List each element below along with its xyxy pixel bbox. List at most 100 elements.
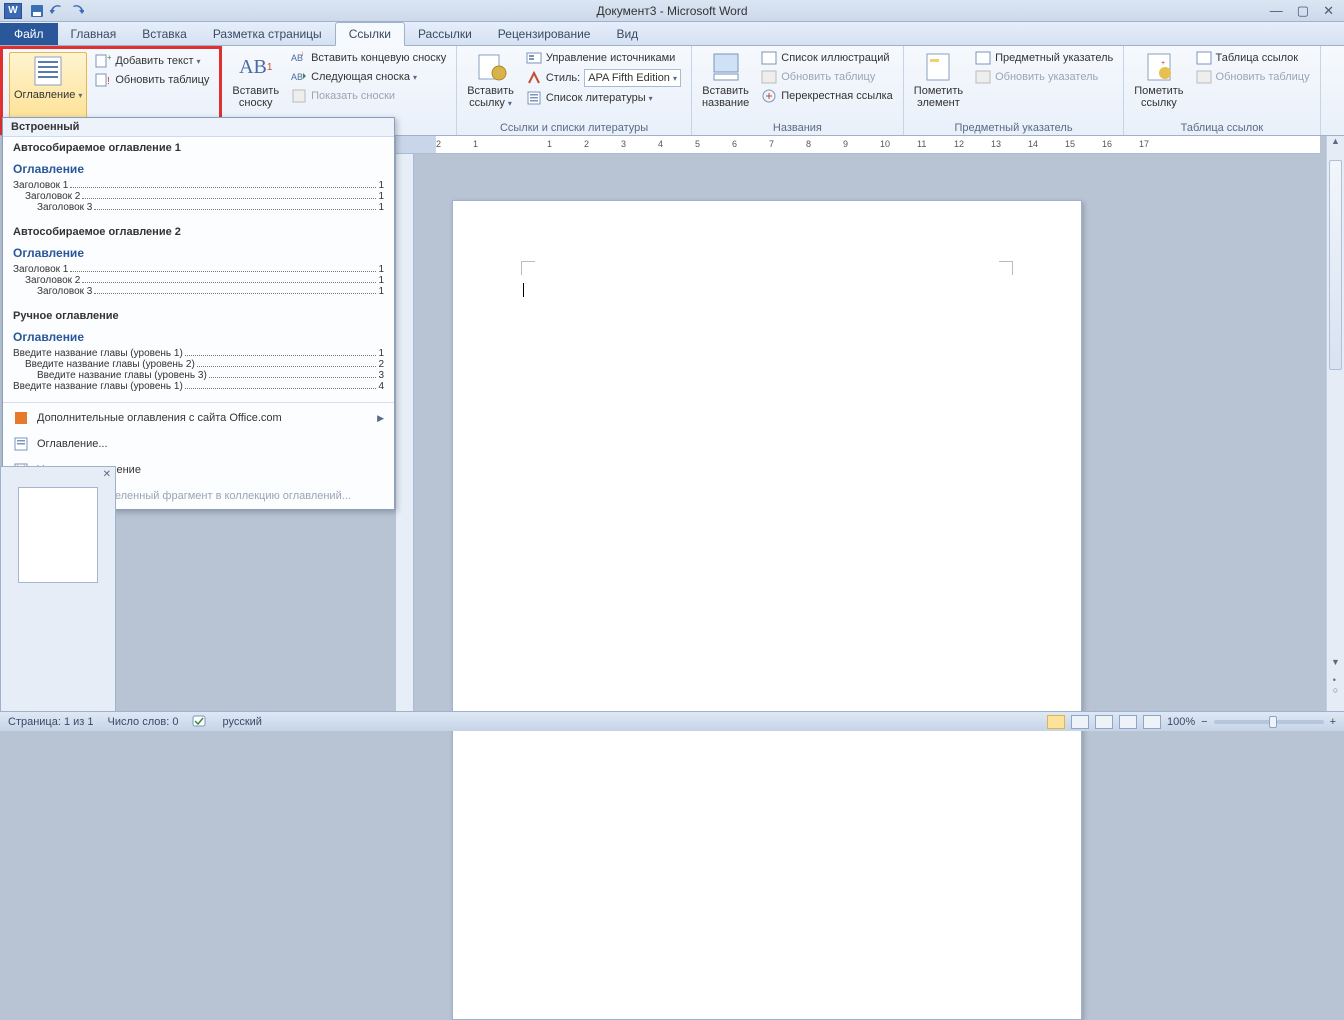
horizontal-ruler[interactable]: 211234567891011121314151617 [396,136,1320,154]
navpane-close-icon[interactable]: ✕ [103,469,111,480]
authorities-group-label: Таблица ссылок [1130,120,1313,134]
toc-button-label: Оглавление [14,89,82,101]
next-footnote-icon: AB [291,69,307,85]
list-figures-icon [761,50,777,66]
status-language[interactable]: русский [222,716,261,728]
quick-access-toolbar [30,4,84,18]
mark-entry-button[interactable]: Пометить элемент [910,49,967,120]
view-fullscreen-button[interactable] [1071,715,1089,729]
update-toc-button[interactable]: ! Обновить таблицу [91,71,213,89]
group-citations: Вставить ссылку Управление источниками С… [457,46,692,135]
update-captions-label: Обновить таблицу [781,71,875,83]
vertical-ruler[interactable] [396,154,414,711]
group-captions: Вставить название Список иллюстраций Обн… [692,46,904,135]
qat-save-icon[interactable] [30,4,44,18]
update-captions-button: Обновить таблицу [757,68,897,86]
add-text-button[interactable]: + Добавить текст [91,52,213,70]
document-page[interactable] [452,200,1082,1020]
show-notes-label: Показать сноски [311,90,395,102]
close-button[interactable]: ✕ [1323,3,1334,19]
svg-text:+: + [107,53,111,62]
zoom-slider[interactable] [1214,720,1324,724]
page-thumbnail[interactable] [18,487,98,583]
manage-sources-icon [526,50,542,66]
gallery-item-auto1-title: Автособираемое оглавление 1 [13,142,384,154]
view-web-button[interactable] [1095,715,1113,729]
mark-entry-label: Пометить элемент [914,85,963,109]
gallery-item-auto2[interactable]: Автособираемое оглавление 2 Оглавление З… [3,221,394,305]
update-index-label: Обновить указатель [995,71,1098,83]
gallery-item-auto1[interactable]: Автособираемое оглавление 1 Оглавление З… [3,137,394,221]
status-wordcount[interactable]: Число слов: 0 [108,716,179,728]
bibliography-icon [526,90,542,106]
ruler-tick: 10 [880,139,890,149]
gallery-item-auto2-title: Автособираемое оглавление 2 [13,226,384,238]
list-figures-label: Список иллюстраций [781,52,889,64]
ruler-tick: 1 [547,139,552,149]
tab-home[interactable]: Главная [58,23,130,45]
scroll-up-button[interactable]: ▲ [1327,136,1344,154]
gallery-more-office[interactable]: Дополнительные оглавления с сайта Office… [3,405,394,431]
cross-ref-button[interactable]: Перекрестная ссылка [757,87,897,105]
vertical-scrollbar[interactable]: ▲ ▼ •○ [1326,136,1344,711]
qat-undo-icon[interactable] [50,4,64,18]
list-figures-button[interactable]: Список иллюстраций [757,49,897,67]
tab-insert[interactable]: Вставка [129,23,200,45]
maximize-button[interactable]: ▢ [1297,3,1309,19]
status-page[interactable]: Страница: 1 из 1 [8,716,94,728]
ruler-tick: 16 [1102,139,1112,149]
gallery-custom-toc[interactable]: Оглавление... [3,431,394,457]
zoom-value[interactable]: 100% [1167,716,1195,728]
toc-preview-row: Введите название главы (уровень 2)2 [13,359,384,370]
ruler-tick: 4 [658,139,663,149]
tab-layout[interactable]: Разметка страницы [200,23,335,45]
citation-style-combo[interactable]: APA Fifth Edition [584,69,681,87]
ruler-tick: 2 [436,139,441,149]
view-draft-button[interactable] [1143,715,1161,729]
navigation-pane[interactable]: ✕ [0,466,116,731]
tab-review[interactable]: Рецензирование [485,23,604,45]
update-toc-label: Обновить таблицу [115,74,209,86]
insert-footnote-button[interactable]: AB1 Вставить сноску [228,49,283,120]
gallery-custom-label: Оглавление... [37,438,108,450]
toc-preview-row: Введите название главы (уровень 3)3 [13,370,384,381]
gallery-section-builtin: Встроенный [3,118,394,137]
tab-references[interactable]: Ссылки [335,22,405,46]
mark-citation-button[interactable]: + Пометить ссылку [1130,49,1187,120]
zoom-slider-knob[interactable] [1269,716,1277,728]
zoom-in-button[interactable]: + [1330,716,1336,728]
insert-index-button[interactable]: Предметный указатель [971,49,1117,67]
titlebar: W Документ3 - Microsoft Word — ▢ ✕ [0,0,1344,22]
insert-footnote-icon: AB1 [240,51,272,83]
status-proofing-icon[interactable] [192,715,208,729]
qat-redo-icon[interactable] [70,4,84,18]
browse-object-buttons[interactable]: •○ [1327,675,1344,711]
next-footnote-button[interactable]: AB Следующая сноска [287,68,450,86]
minimize-button[interactable]: — [1270,3,1283,19]
citation-style-row[interactable]: Стиль: APA Fifth Edition [522,68,685,88]
office-icon [13,410,29,426]
scroll-down-button[interactable]: ▼ [1327,657,1344,675]
bibliography-button[interactable]: Список литературы [522,89,685,107]
view-print-layout-button[interactable] [1047,715,1065,729]
ruler-tick: 15 [1065,139,1075,149]
tab-file[interactable]: Файл [0,23,58,45]
insert-caption-button[interactable]: Вставить название [698,49,753,120]
ribbon-tabs: Файл Главная Вставка Разметка страницы С… [0,22,1344,46]
update-index-icon [975,69,991,85]
gallery-item-manual[interactable]: Ручное оглавление Оглавление Введите наз… [3,305,394,400]
scroll-thumb[interactable] [1329,160,1342,370]
ruler-tick: 2 [584,139,589,149]
insert-endnote-button[interactable]: ABi Вставить концевую сноску [287,49,450,67]
view-outline-button[interactable] [1119,715,1137,729]
zoom-out-button[interactable]: − [1201,716,1207,728]
insert-authorities-button[interactable]: Таблица ссылок [1192,49,1314,67]
insert-authorities-icon [1196,50,1212,66]
tab-view[interactable]: Вид [603,23,651,45]
tab-mailings[interactable]: Рассылки [405,23,485,45]
manage-sources-button[interactable]: Управление источниками [522,49,685,67]
insert-citation-button[interactable]: Вставить ссылку [463,49,518,120]
update-index-button: Обновить указатель [971,68,1117,86]
captions-group-label: Названия [698,120,897,134]
toc-preview-row: Заголовок 21 [13,275,384,286]
